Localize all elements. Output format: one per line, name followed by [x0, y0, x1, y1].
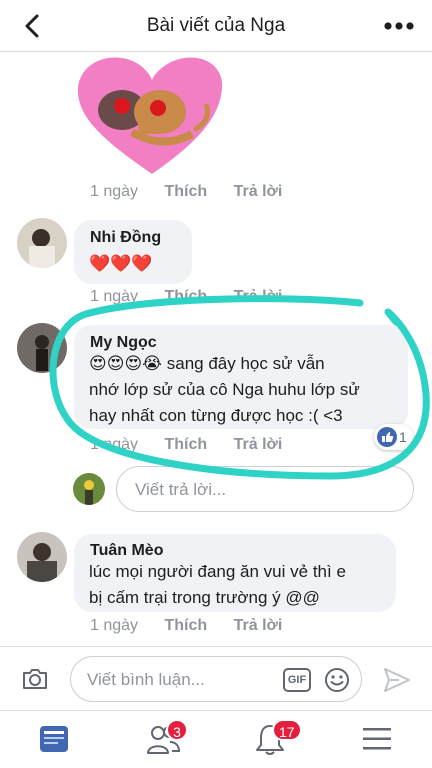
reaction-count-text: 1	[399, 429, 407, 445]
send-icon[interactable]	[383, 667, 411, 693]
reply-link[interactable]: Trả lời	[234, 288, 283, 305]
reply-placeholder: Viết trả lời...	[135, 480, 227, 499]
reaction-count[interactable]: 1	[374, 424, 413, 450]
avatar[interactable]	[17, 218, 67, 268]
reply-input[interactable]: Viết trả lời...	[116, 466, 414, 512]
comment-composer: Viết bình luận... GIF	[0, 646, 432, 710]
comment-time: 1 ngày	[90, 436, 139, 453]
emoji-icon[interactable]	[323, 666, 351, 694]
comment-actions: 1 ngày Thích Trả lời	[90, 288, 304, 306]
comment-text-line: bị cấm trại trong trường ý @@	[89, 588, 320, 607]
bottom-tab-bar: 3 17	[0, 710, 432, 768]
like-reaction-icon	[377, 427, 397, 447]
reply-link[interactable]: Trả lời	[234, 183, 283, 200]
camera-icon[interactable]	[21, 667, 49, 691]
commenter-name[interactable]: Nhi Đồng	[90, 229, 161, 247]
like-link[interactable]: Thích	[165, 288, 208, 305]
news-feed-icon[interactable]	[38, 723, 70, 755]
comment-text-line: 😍😍😍😭 sang đây học sử vẫn	[89, 354, 325, 373]
sticker-image	[77, 57, 223, 174]
comment-time: 1 ngày	[90, 288, 139, 305]
commenter-name[interactable]: Tuân Mèo	[90, 542, 163, 560]
like-link[interactable]: Thích	[165, 617, 208, 634]
gif-label: GIF	[287, 674, 307, 686]
comment-placeholder: Viết bình luận...	[87, 670, 205, 689]
comment-actions: 1 ngày Thích Trả lời	[90, 183, 304, 201]
comment-input[interactable]: Viết bình luận... GIF	[70, 656, 362, 702]
comment-text: ❤️❤️❤️	[89, 254, 153, 273]
gif-button[interactable]: GIF	[283, 668, 311, 692]
reply-link[interactable]: Trả lời	[234, 436, 283, 453]
like-link[interactable]: Thích	[165, 183, 208, 200]
reply-link[interactable]: Trả lời	[234, 617, 283, 634]
friend-requests-badge: 3	[166, 719, 188, 741]
like-link[interactable]: Thích	[165, 436, 208, 453]
comment-time: 1 ngày	[90, 617, 139, 634]
menu-icon[interactable]	[362, 725, 392, 753]
avatar[interactable]	[17, 532, 67, 582]
my-avatar	[73, 473, 105, 505]
page-title: Bài viết của Nga	[146, 15, 286, 36]
comment-text-line: hay nhất con từng được học :( <3	[89, 406, 343, 425]
comment-text-line: lúc mọi người đang ăn vui vẻ thì e	[89, 562, 346, 581]
comment-time: 1 ngày	[90, 183, 139, 200]
commenter-name[interactable]: My Ngọc	[90, 334, 157, 352]
comment-text-line: nhớ lớp sử của cô Nga huhu lớp sử	[89, 380, 360, 399]
notifications-badge: 17	[272, 719, 302, 741]
avatar[interactable]	[17, 323, 67, 373]
more-options-icon[interactable]	[382, 14, 416, 38]
comment-actions: 1 ngày Thích Trả lời	[90, 436, 304, 454]
top-bar: Bài viết của Nga	[0, 0, 432, 52]
comment-actions: 1 ngày Thích Trả lời	[90, 617, 304, 635]
